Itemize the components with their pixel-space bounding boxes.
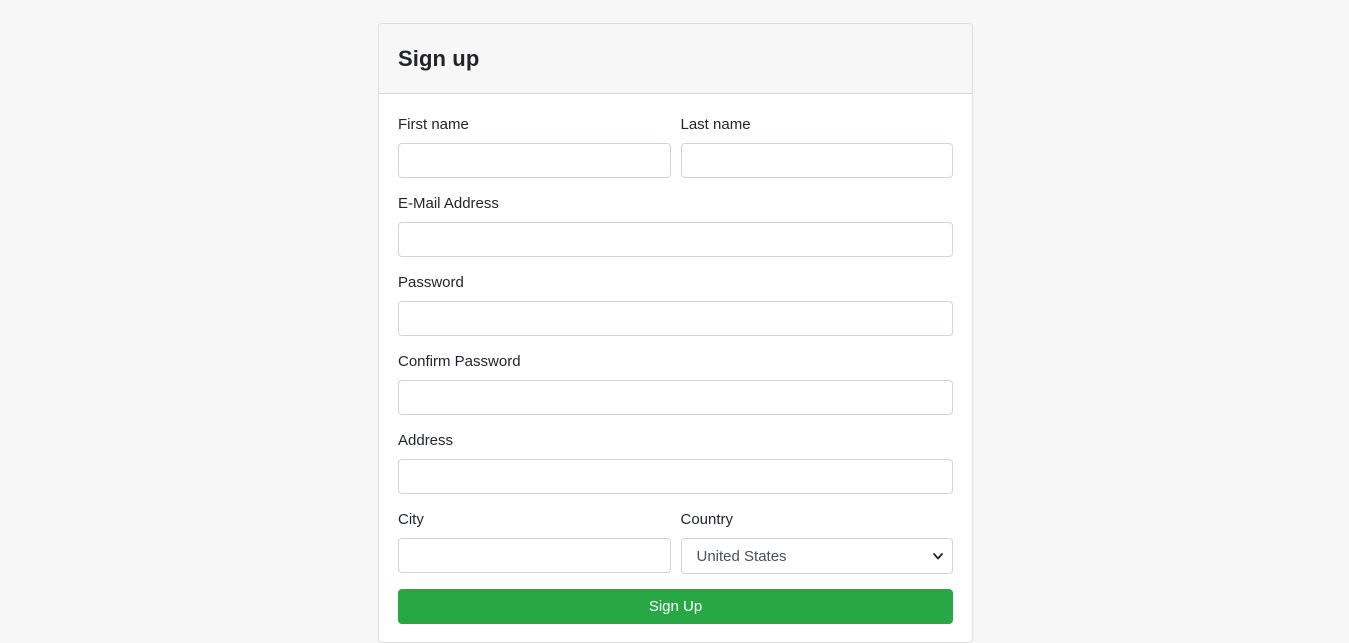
card-header: Sign up — [379, 24, 972, 94]
country-label: Country — [680, 511, 734, 528]
first-name-label: First name — [398, 116, 469, 133]
last-name-group: Last name — [680, 115, 953, 178]
email-input[interactable] — [398, 222, 953, 257]
first-name-input[interactable] — [398, 143, 671, 178]
country-select[interactable]: United States — [680, 538, 953, 574]
chevron-down-icon — [932, 550, 944, 562]
first-name-group: First name — [398, 115, 671, 178]
last-name-label: Last name — [680, 116, 751, 133]
password-label: Password — [398, 274, 464, 291]
sign-up-button[interactable]: Sign Up — [398, 589, 953, 624]
address-group: Address — [398, 431, 953, 494]
city-input[interactable] — [398, 538, 671, 573]
last-name-input[interactable] — [680, 143, 953, 178]
password-group: Password — [398, 273, 953, 336]
address-input[interactable] — [398, 459, 953, 494]
confirm-password-input[interactable] — [398, 380, 953, 415]
address-label: Address — [398, 432, 454, 449]
city-group: City — [398, 510, 671, 574]
name-row: First name Last name — [398, 115, 953, 178]
location-row: City Country United States — [398, 510, 953, 574]
page-title: Sign up — [398, 45, 480, 71]
country-group: Country United States — [680, 510, 953, 574]
password-input[interactable] — [398, 301, 953, 336]
country-selected-value: United States — [696, 547, 787, 565]
email-label: E-Mail Address — [398, 195, 499, 212]
confirm-password-group: Confirm Password — [398, 352, 953, 415]
signup-card: Sign up First name Last name E-Mail Addr… — [378, 23, 973, 643]
email-group: E-Mail Address — [398, 194, 953, 257]
city-label: City — [398, 511, 424, 528]
confirm-password-label: Confirm Password — [398, 353, 521, 370]
signup-form: First name Last name E-Mail Address Pass… — [379, 115, 972, 624]
submit-row: Sign Up — [398, 589, 953, 624]
